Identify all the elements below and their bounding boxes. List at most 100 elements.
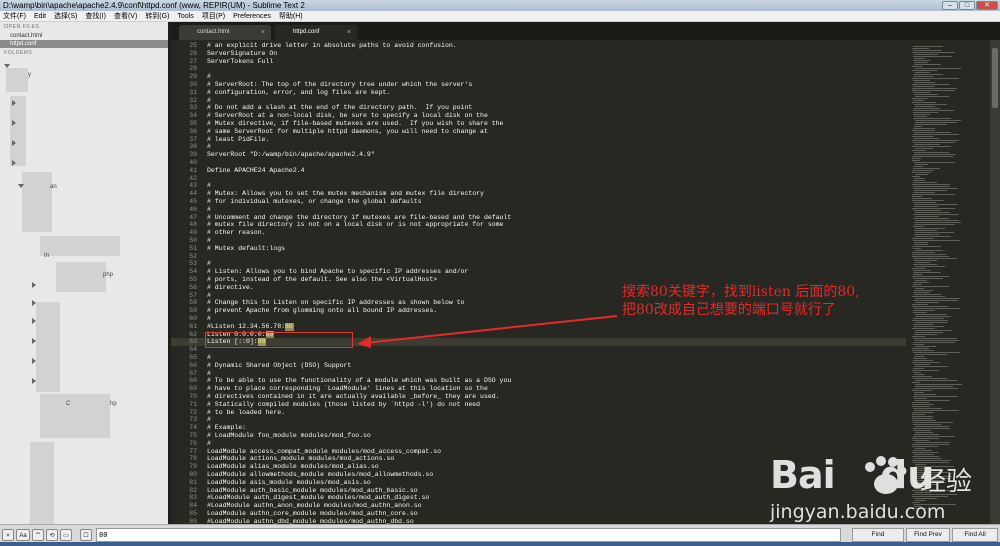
tab-contact-html[interactable]: contact.html × [179,25,271,40]
line-text: ServerTokens Full [207,57,274,65]
maximize-button[interactable]: □ [959,1,975,10]
menu-project[interactable]: 项目(P) [202,11,225,21]
menu-view[interactable]: 查看(V) [114,11,137,21]
tree-item-fragment[interactable]: an [50,184,57,190]
code-line[interactable]: 49 # other reason. [171,229,906,237]
code-line[interactable]: 66 # Dynamic Shared Object (DSO) Support [171,362,906,370]
code-line[interactable]: 72 # to be loaded here. [171,409,906,417]
code-line[interactable]: 65 # [171,354,906,362]
code-line[interactable]: 31 # configuration, error, and log files … [171,89,906,97]
close-icon[interactable]: × [347,25,351,40]
code-line[interactable]: 32 # [171,97,906,105]
code-line[interactable]: 76 # [171,440,906,448]
code-line[interactable]: 73 # [171,416,906,424]
menu-goto[interactable]: 转到(G) [145,11,169,21]
chevron-down-icon[interactable] [18,184,24,188]
chevron-right-icon[interactable] [12,140,16,146]
chevron-down-icon[interactable] [4,64,10,68]
code-line[interactable]: 51 # Mutex default:logs [171,245,906,253]
code-line[interactable]: 28 [171,65,906,73]
code-line[interactable]: 34 # ServerRoot at a non-local disk, be s… [171,112,906,120]
menu-selection[interactable]: 选择(S) [54,11,77,21]
code-line[interactable]: 29 # [171,73,906,81]
code-line[interactable]: 37 # least PidFile. [171,136,906,144]
code-line[interactable]: 71 # Statically compiled modules (those l… [171,401,906,409]
minimap-line [912,268,926,269]
find-close-icon[interactable]: × [2,529,14,541]
menu-file[interactable]: 文件(F) [3,11,26,21]
code-line[interactable]: 68 # To be able to use the functionality … [171,377,906,385]
code-line[interactable]: 47 # Uncomment and change the directory i… [171,214,906,222]
menu-edit[interactable]: Edit [34,11,46,21]
tree-item-fragment[interactable]: php [103,272,113,278]
highlight-matches-toggle[interactable]: ☐ [80,529,92,541]
scrollbar-track[interactable] [990,40,1000,524]
chevron-right-icon[interactable] [32,358,36,364]
tree-item-fragment[interactable]: hp [110,401,117,407]
annotation-text: 搜索80关键字，找到listen 后面的80, 把80改成自己想要的端口号就行了 [622,283,860,319]
menu-find[interactable]: 查找(I) [85,11,106,21]
line-text: # have to place corresponding `LoadModul… [207,385,488,393]
code-line[interactable]: 48 # mutex file directory is not on a loc… [171,221,906,229]
code-line[interactable]: 36 # same ServerRoot for multiple httpd d… [171,128,906,136]
code-line[interactable]: 40 [171,159,906,167]
scrollbar-thumb[interactable] [992,48,998,108]
code-line[interactable]: 38 # [171,143,906,151]
code-line[interactable]: 27 ServerTokens Full [171,58,906,66]
code-line[interactable]: 33 # Do not add a slash at the end of the… [171,104,906,112]
code-line[interactable]: 41 Define APACHE24 Apache2.4 [171,167,906,175]
close-icon[interactable]: × [261,25,265,40]
code-line[interactable]: 69 # have to place corresponding `LoadMod… [171,385,906,393]
chevron-right-icon[interactable] [32,318,36,324]
minimap-line [912,420,936,421]
code-line[interactable]: 52 [171,253,906,261]
close-button[interactable]: ✕ [976,1,998,10]
find-all-button[interactable]: Find All [952,528,998,542]
find-prev-button[interactable]: Find Prev [906,528,950,542]
code-line[interactable]: 67 # [171,370,906,378]
in-selection-toggle[interactable]: ▭ [60,529,72,541]
code-line[interactable]: 53 # [171,260,906,268]
code-line[interactable]: 26 ServerSignature On [171,50,906,58]
minimap-line [912,140,959,141]
code-line[interactable]: 39 ServerRoot "D:/wamp/bin/apache/apache2… [171,151,906,159]
code-line[interactable]: 50 # [171,237,906,245]
tree-item-fragment[interactable]: C [66,401,70,407]
chevron-right-icon[interactable] [12,160,16,166]
code-line[interactable]: 45 # for individual mutexes, or change th… [171,198,906,206]
code-line[interactable]: 43 # [171,182,906,190]
find-input[interactable]: 80 [96,528,841,542]
case-sensitive-toggle[interactable]: Aa [16,529,30,541]
menu-tools[interactable]: Tools [177,11,193,21]
code-line[interactable]: 35 # Mutex directive, if file-based mutex… [171,120,906,128]
code-line[interactable]: 25 # an explicit drive letter in absolute… [171,42,906,50]
code-line[interactable]: 74 # Example: [171,424,906,432]
tree-item-fragment[interactable]: y [28,72,31,78]
code-line[interactable]: 44 # Mutex: Allows you to set the mutex m… [171,190,906,198]
wrap-toggle[interactable]: ⟲ [46,529,58,541]
minimap[interactable] [906,40,990,524]
chevron-right-icon[interactable] [12,100,16,106]
whole-word-toggle[interactable]: "" [32,529,44,541]
code-line[interactable]: 30 # ServerRoot: The top of the directory… [171,81,906,89]
find-button[interactable]: Find [852,528,904,542]
chevron-right-icon[interactable] [32,338,36,344]
code-line[interactable]: 75 # LoadModule foo_module modules/mod_fo… [171,432,906,440]
menu-help[interactable]: 帮助(H) [279,11,303,21]
open-file-httpd[interactable]: httpd.conf [0,40,168,48]
chevron-right-icon[interactable] [32,378,36,384]
code-line[interactable]: 42 [171,175,906,183]
code-line[interactable]: 54 # Listen: Allows you to bind Apache to… [171,268,906,276]
code-editor[interactable]: 25 # an explicit drive letter in absolute… [171,40,906,524]
open-file-contact[interactable]: contact.html [0,32,168,40]
line-text: # [207,182,211,190]
chevron-right-icon[interactable] [12,120,16,126]
code-line[interactable]: 46 # [171,206,906,214]
chevron-right-icon[interactable] [32,282,36,288]
tree-item-fragment[interactable]: In [44,253,49,259]
chevron-right-icon[interactable] [32,300,36,306]
tab-httpd-conf[interactable]: httpd.conf × [275,25,357,40]
minimize-button[interactable]: – [942,1,958,10]
menu-preferences[interactable]: Preferences [233,11,271,21]
code-line[interactable]: 70 # directives contained in it are actua… [171,393,906,401]
